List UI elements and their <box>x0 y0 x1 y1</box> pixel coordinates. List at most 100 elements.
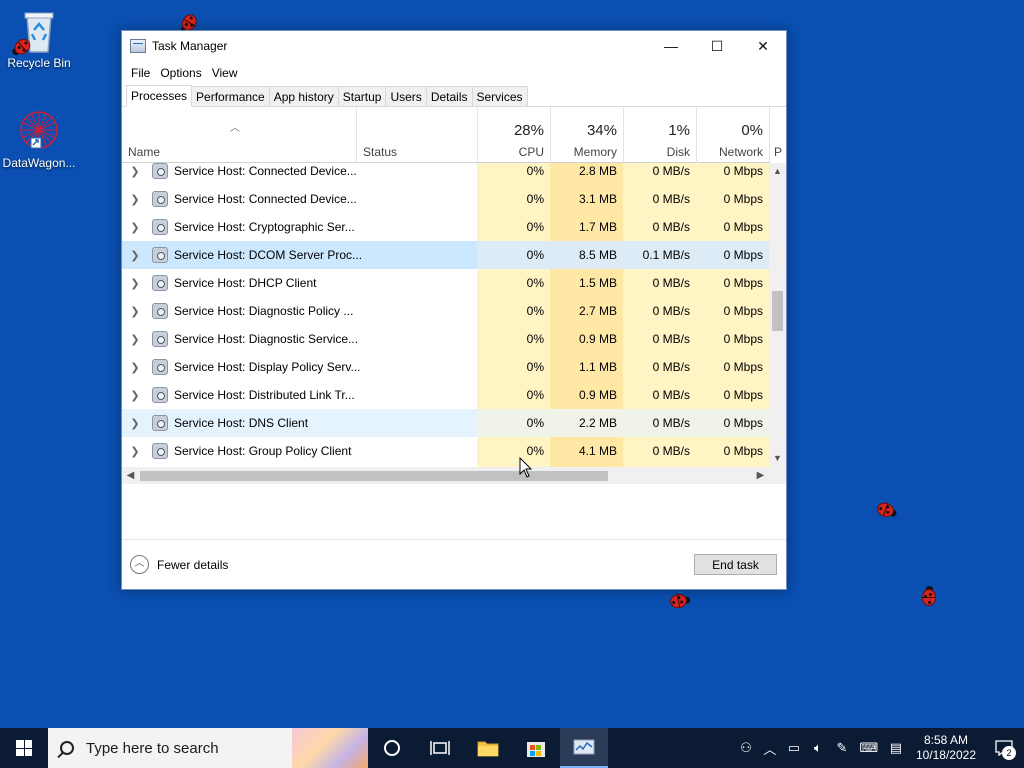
datawagon-icon <box>17 108 61 152</box>
maximize-button[interactable]: ☐ <box>694 31 740 61</box>
column-power[interactable]: P <box>769 107 786 163</box>
network-cell: 0 Mbps <box>696 437 769 465</box>
table-row[interactable]: ❯ Service Host: Connected Device... 0% 2.8 … <box>122 163 769 185</box>
task-manager-icon <box>573 739 595 755</box>
scroll-down-icon[interactable]: ▼ <box>769 450 786 467</box>
desktop-icon-datawagon[interactable]: DataWagon... <box>1 108 77 170</box>
task-view-button[interactable] <box>416 728 464 768</box>
memory-cell: 2.2 MB <box>550 409 623 437</box>
menu-file[interactable]: File <box>126 66 155 80</box>
expand-chevron-icon[interactable]: ❯ <box>124 165 146 178</box>
chevron-up-icon: ︿ <box>130 555 149 574</box>
close-button[interactable]: ✕ <box>740 31 786 61</box>
minimize-button[interactable]: — <box>648 31 694 61</box>
tab-performance[interactable]: Performance <box>191 86 270 106</box>
memory-cell: 1.7 MB <box>550 213 623 241</box>
menu-options[interactable]: Options <box>155 66 206 80</box>
end-task-button[interactable]: End task <box>694 554 777 575</box>
scroll-up-icon[interactable]: ▲ <box>769 163 786 180</box>
store-button[interactable] <box>512 728 560 768</box>
table-header: ︿ Name Status 28% CPU 34% Memory 1% Disk… <box>122 107 782 163</box>
cortana-button[interactable] <box>368 728 416 768</box>
notification-badge: 2 <box>1002 746 1016 760</box>
people-icon[interactable]: ⚇ <box>734 740 758 756</box>
system-tray: ⚇ ︿ ▭ 🔈︎ ✎ ⌨ ▤ 8:58 AM 10/18/2022 2 <box>734 728 1024 768</box>
expand-chevron-icon[interactable]: ❯ <box>124 305 146 318</box>
scroll-right-icon[interactable]: ▶ <box>752 467 769 484</box>
network-icon[interactable]: ▭ <box>782 740 806 756</box>
tab-services[interactable]: Services <box>471 86 528 106</box>
table-row[interactable]: ❯ Service Host: Cryptographic Ser... 0% 1.7… <box>122 213 769 241</box>
expand-chevron-icon[interactable]: ❯ <box>124 417 146 430</box>
pen-icon[interactable]: ✎ <box>830 740 854 756</box>
expand-chevron-icon[interactable]: ❯ <box>124 193 146 206</box>
start-button[interactable] <box>0 728 48 768</box>
table-row[interactable]: ❯ Service Host: Group Policy Client 0% 4.1 … <box>122 437 769 465</box>
column-disk[interactable]: 1% Disk <box>623 107 696 163</box>
disk-cell: 0 MB/s <box>623 213 696 241</box>
network-cell: 0 Mbps <box>696 269 769 297</box>
scroll-left-icon[interactable]: ◀ <box>122 467 139 484</box>
notes-icon[interactable]: ▤ <box>884 740 908 756</box>
column-network[interactable]: 0% Network <box>696 107 769 163</box>
volume-icon[interactable]: 🔈︎ <box>806 740 830 756</box>
table-row[interactable]: ❯ Service Host: DCOM Server Proc... 0% 8.5 … <box>122 241 769 269</box>
process-list: ❯ Service Host: Connected Device... 0% 2.8 … <box>122 163 769 467</box>
search-highlight-image <box>292 728 368 768</box>
action-center-button[interactable]: 2 <box>984 728 1024 768</box>
fewer-details-button[interactable]: ︿ Fewer details <box>130 555 228 574</box>
expand-chevron-icon[interactable]: ❯ <box>124 221 146 234</box>
horizontal-scrollbar[interactable]: ◀ ▶ <box>122 467 786 484</box>
tab-app-history[interactable]: App history <box>268 86 339 106</box>
task-manager-taskbar-button[interactable] <box>560 728 608 768</box>
process-name-cell: ❯ Service Host: Diagnostic Policy ... <box>122 297 477 325</box>
column-status[interactable]: Status <box>356 107 477 163</box>
tab-users[interactable]: Users <box>385 86 427 106</box>
menu-view[interactable]: View <box>207 66 243 80</box>
service-gear-icon <box>152 219 168 235</box>
title-bar[interactable]: Task Manager — ☐ ✕ <box>122 31 786 61</box>
vertical-scrollbar[interactable]: ▲ ▼ <box>769 163 786 467</box>
table-row[interactable]: ❯ Service Host: Connected Device... 0% 3.1 … <box>122 185 769 213</box>
process-name-cell: ❯ Service Host: Cryptographic Ser... <box>122 213 477 241</box>
vertical-scroll-thumb[interactable] <box>772 291 783 331</box>
table-row[interactable]: ❯ Service Host: Diagnostic Policy ... 0% 2.… <box>122 297 769 325</box>
disk-cell: 0 MB/s <box>623 381 696 409</box>
desktop-icon-recycle-bin[interactable]: Recycle Bin <box>1 8 77 70</box>
table-row[interactable]: ❯ Service Host: Diagnostic Service... 0% 0.… <box>122 325 769 353</box>
disk-cell: 0 MB/s <box>623 297 696 325</box>
clock[interactable]: 8:58 AM 10/18/2022 <box>908 733 984 763</box>
service-gear-icon <box>152 415 168 431</box>
table-row[interactable]: ❯ Service Host: Distributed Link Tr... 0% 0… <box>122 381 769 409</box>
clock-time: 8:58 AM <box>923 733 968 747</box>
tab-details[interactable]: Details <box>425 86 473 106</box>
expand-chevron-icon[interactable]: ❯ <box>124 333 146 346</box>
column-name[interactable]: Name <box>122 107 357 163</box>
expand-chevron-icon[interactable]: ❯ <box>124 249 146 262</box>
column-disk-label: Disk <box>666 145 690 159</box>
windows-logo-icon <box>16 740 32 756</box>
disk-cell: 0 MB/s <box>623 353 696 381</box>
file-explorer-button[interactable] <box>464 728 512 768</box>
tab-startup[interactable]: Startup <box>337 86 387 106</box>
horizontal-scroll-thumb[interactable] <box>140 471 608 481</box>
table-row[interactable]: ❯ Service Host: Display Policy Serv... 0% 1… <box>122 353 769 381</box>
process-name-cell: ❯ Service Host: DNS Client <box>122 409 477 437</box>
keyboard-icon[interactable]: ⌨ <box>854 740 884 756</box>
expand-chevron-icon[interactable]: ❯ <box>124 361 146 374</box>
disk-cell: 0 MB/s <box>623 409 696 437</box>
expand-chevron-icon[interactable]: ❯ <box>124 389 146 402</box>
table-row[interactable]: ❯ Service Host: DHCP Client 0% 1.5 MB 0 MB/s… <box>122 269 769 297</box>
memory-cell: 2.7 MB <box>550 297 623 325</box>
expand-chevron-icon[interactable]: ❯ <box>124 277 146 290</box>
tab-processes[interactable]: Processes <box>126 85 193 107</box>
taskbar-search[interactable]: Type here to search <box>48 728 368 768</box>
cpu-cell: 0% <box>477 381 550 409</box>
table-row[interactable]: ❯ Service Host: DNS Client 0% 2.2 MB 0 MB/s 0… <box>122 409 769 437</box>
chevron-up-icon[interactable]: ︿ <box>758 739 782 758</box>
expand-chevron-icon[interactable]: ❯ <box>124 445 146 458</box>
search-placeholder: Type here to search <box>86 739 219 757</box>
column-memory[interactable]: 34% Memory <box>550 107 623 163</box>
network-cell: 0 Mbps <box>696 185 769 213</box>
column-cpu[interactable]: 28% CPU <box>477 107 550 163</box>
